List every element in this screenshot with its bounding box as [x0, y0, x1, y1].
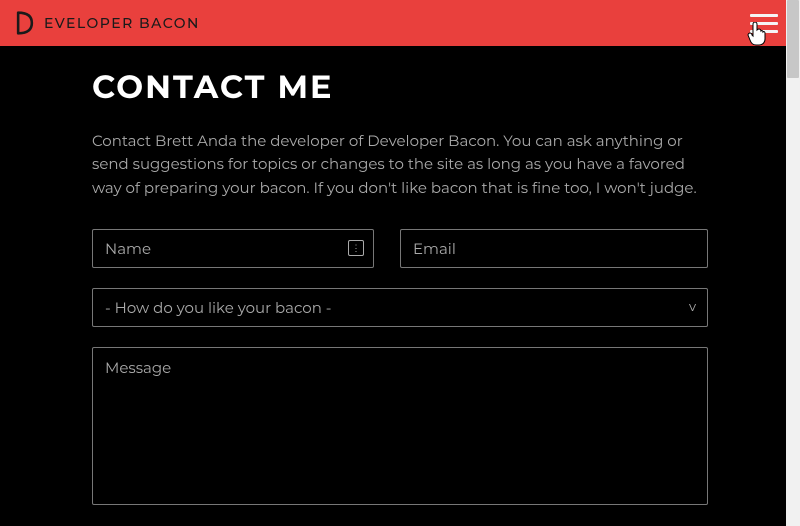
name-field-wrap: ⋮ — [92, 229, 374, 268]
menu-button[interactable] — [746, 10, 782, 37]
hamburger-line-icon — [750, 22, 778, 25]
name-email-row: ⋮ — [92, 229, 708, 268]
hamburger-line-icon — [750, 14, 778, 17]
hamburger-line-icon — [750, 30, 778, 33]
name-input[interactable] — [92, 229, 374, 268]
app-header: EVELOPER BACON — [0, 0, 800, 46]
page-title: CONTACT ME — [92, 68, 708, 107]
bacon-select-wrap: - How do you like your bacon - v — [92, 288, 708, 327]
brand-logo-icon — [14, 11, 36, 35]
autofill-icon[interactable]: ⋮ — [348, 240, 364, 256]
main-content: CONTACT ME Contact Brett Anda the develo… — [0, 46, 800, 526]
bacon-select[interactable]: - How do you like your bacon - — [92, 288, 708, 327]
scrollbar-thumb[interactable] — [787, 0, 799, 78]
scrollbar-track[interactable] — [786, 0, 800, 526]
message-input[interactable] — [92, 347, 708, 505]
brand-text: EVELOPER BACON — [44, 14, 200, 32]
intro-text: Contact Brett Anda the developer of Deve… — [92, 129, 702, 199]
email-input[interactable] — [400, 229, 708, 268]
brand[interactable]: EVELOPER BACON — [14, 11, 200, 35]
